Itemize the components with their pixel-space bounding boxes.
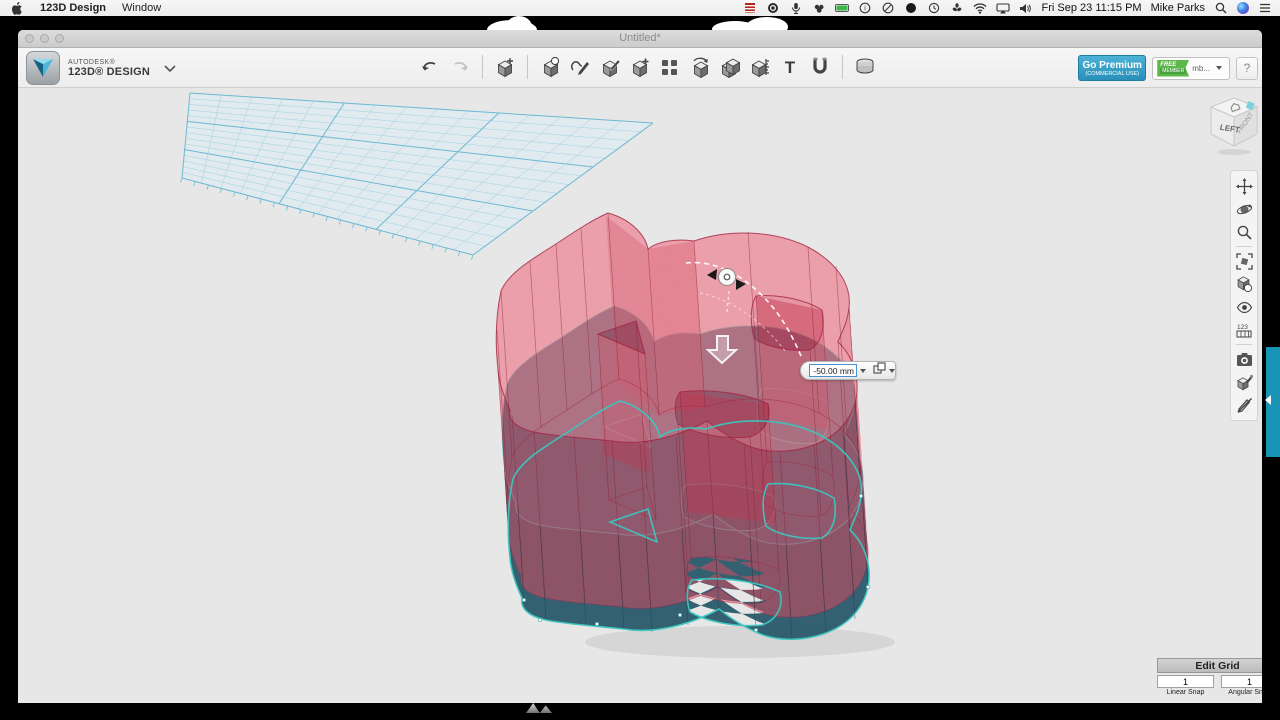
siri-icon[interactable] xyxy=(1237,2,1249,14)
fan-icon[interactable] xyxy=(950,2,964,15)
window-titlebar[interactable]: Untitled* xyxy=(18,30,1262,48)
menubar-user[interactable]: Mike Parks xyxy=(1151,2,1205,14)
screenshot-icon[interactable] xyxy=(1233,349,1255,369)
sketch-tool-button[interactable] xyxy=(568,53,592,81)
app-brand-text: AUTODESK® 123D® DESIGN xyxy=(68,59,150,78)
palette-separator xyxy=(1236,344,1252,345)
value-dropdown-icon[interactable] xyxy=(860,369,866,373)
viewcube[interactable]: LEFT FRONT xyxy=(1203,92,1262,164)
snap-tool-button[interactable] xyxy=(808,53,832,81)
angular-snap-input[interactable] xyxy=(1221,675,1262,688)
screen-recorder-icon[interactable] xyxy=(743,2,757,15)
text-tool-button[interactable]: T xyxy=(778,53,802,81)
menu-app-name[interactable]: 123D Design xyxy=(40,2,106,14)
view-mode-icon[interactable] xyxy=(1233,274,1255,294)
spotlight-search-icon[interactable] xyxy=(1214,2,1228,15)
rotate-handle[interactable] xyxy=(719,269,736,286)
help-button[interactable]: ? xyxy=(1236,57,1258,80)
app-circle-icon[interactable] xyxy=(766,2,780,15)
pattern-tool-button[interactable] xyxy=(658,53,682,81)
go-premium-sublabel: (COMMERCIAL USE) xyxy=(1085,71,1139,77)
zoom-icon[interactable] xyxy=(1233,222,1255,242)
options-dropdown-icon[interactable] xyxy=(889,369,895,373)
menu-window[interactable]: Window xyxy=(122,2,161,14)
app-menu-chevron-icon[interactable] xyxy=(164,59,176,77)
modify-tool-button[interactable] xyxy=(628,53,652,81)
material-tool-button[interactable] xyxy=(853,53,877,81)
notification-center-icon[interactable] xyxy=(1258,2,1272,15)
menubar-clock[interactable]: Fri Sep 23 11:15 PM xyxy=(1042,2,1142,14)
microphone-icon[interactable] xyxy=(789,2,803,15)
visibility-icon[interactable] xyxy=(1233,297,1255,317)
app-logo-icon xyxy=(26,51,60,85)
svg-text:123: 123 xyxy=(1237,324,1248,331)
extrude-value-pill xyxy=(800,361,896,380)
model-shadow xyxy=(585,626,895,658)
viewport-canvas[interactable] xyxy=(18,88,1262,703)
letterbox-top xyxy=(0,16,1280,30)
app-brand: AUTODESK® 123D® DESIGN xyxy=(26,51,176,85)
svg-text:i: i xyxy=(864,6,866,13)
video-edge-strip xyxy=(1266,347,1280,457)
combine-tool-button[interactable] xyxy=(718,53,742,81)
toolbar-separator xyxy=(842,55,843,79)
material-palette-icon[interactable] xyxy=(1233,372,1255,392)
letterbox-bottom xyxy=(0,703,1280,720)
account-menu[interactable]: FREE MEMBER mb... xyxy=(1152,57,1230,80)
toolbar-separator xyxy=(527,55,528,79)
wifi-icon[interactable] xyxy=(973,2,987,15)
app-window: Untitled* AUTODESK® 123D® DESIGN xyxy=(18,30,1262,703)
go-premium-button[interactable]: Go Premium (COMMERCIAL USE) xyxy=(1078,55,1146,81)
extrude-value-input[interactable] xyxy=(809,364,857,377)
grid-settings-panel: Edit Grid Linear Snap Angular Snap xyxy=(1157,658,1262,696)
battery-icon[interactable] xyxy=(835,2,849,15)
window-title: Untitled* xyxy=(18,32,1262,44)
airplay-icon[interactable] xyxy=(996,2,1010,15)
grouping-tool-button[interactable] xyxy=(688,53,712,81)
premium-cluster: Go Premium (COMMERCIAL USE) FREE MEMBER … xyxy=(1078,55,1258,81)
extrude-options-icon[interactable] xyxy=(873,362,886,380)
apple-menu-icon[interactable] xyxy=(10,2,24,15)
brand-line2: 123D® DESIGN xyxy=(68,66,150,78)
account-chevron-icon xyxy=(1216,66,1222,70)
main-toolbar: AUTODESK® 123D® DESIGN xyxy=(18,48,1262,88)
hide-sketches-icon[interactable] xyxy=(1233,395,1255,415)
free-member-badge: FREE MEMBER xyxy=(1157,60,1189,77)
linear-snap-label: Linear Snap xyxy=(1157,689,1214,696)
extruded-model[interactable] xyxy=(496,213,869,640)
navigation-palette: 123 xyxy=(1230,170,1258,421)
svg-text:T: T xyxy=(785,58,796,77)
edit-grid-button[interactable]: Edit Grid xyxy=(1157,658,1262,673)
construct-tool-button[interactable] xyxy=(598,53,622,81)
zoom-fit-icon[interactable] xyxy=(1233,251,1255,271)
annotations-icon[interactable]: 123 xyxy=(1233,320,1255,340)
redo-button[interactable] xyxy=(448,53,472,81)
primitives-tool-button[interactable] xyxy=(538,53,562,81)
dot-icon[interactable] xyxy=(904,2,918,15)
disk-icon[interactable] xyxy=(881,2,895,15)
info-circle-icon[interactable]: i xyxy=(858,2,872,15)
orbit-icon[interactable] xyxy=(1233,199,1255,219)
measure-tool-button[interactable] xyxy=(748,53,772,81)
transform-tool-button[interactable] xyxy=(493,53,517,81)
video-watermark xyxy=(526,703,562,713)
toolbar-separator xyxy=(482,55,483,79)
brand-line1: AUTODESK® xyxy=(68,59,150,66)
strip-marker-icon xyxy=(1265,395,1271,405)
macos-menubar: 123D Design Window i Fri Sep 23 11:15 PM… xyxy=(0,0,1280,16)
badge-member-label: MEMBER xyxy=(1160,68,1186,74)
time-machine-icon[interactable] xyxy=(927,2,941,15)
go-premium-label: Go Premium xyxy=(1082,60,1141,71)
undo-button[interactable] xyxy=(418,53,442,81)
volume-icon[interactable] xyxy=(1019,2,1033,15)
toolbar-icons: T xyxy=(418,53,877,81)
account-name: mb... xyxy=(1192,64,1210,73)
linear-snap-input[interactable] xyxy=(1157,675,1214,688)
app-dark-icon[interactable] xyxy=(812,2,826,15)
angular-snap-label: Angular Snap xyxy=(1221,689,1262,696)
pan-icon[interactable] xyxy=(1233,176,1255,196)
palette-separator xyxy=(1236,246,1252,247)
